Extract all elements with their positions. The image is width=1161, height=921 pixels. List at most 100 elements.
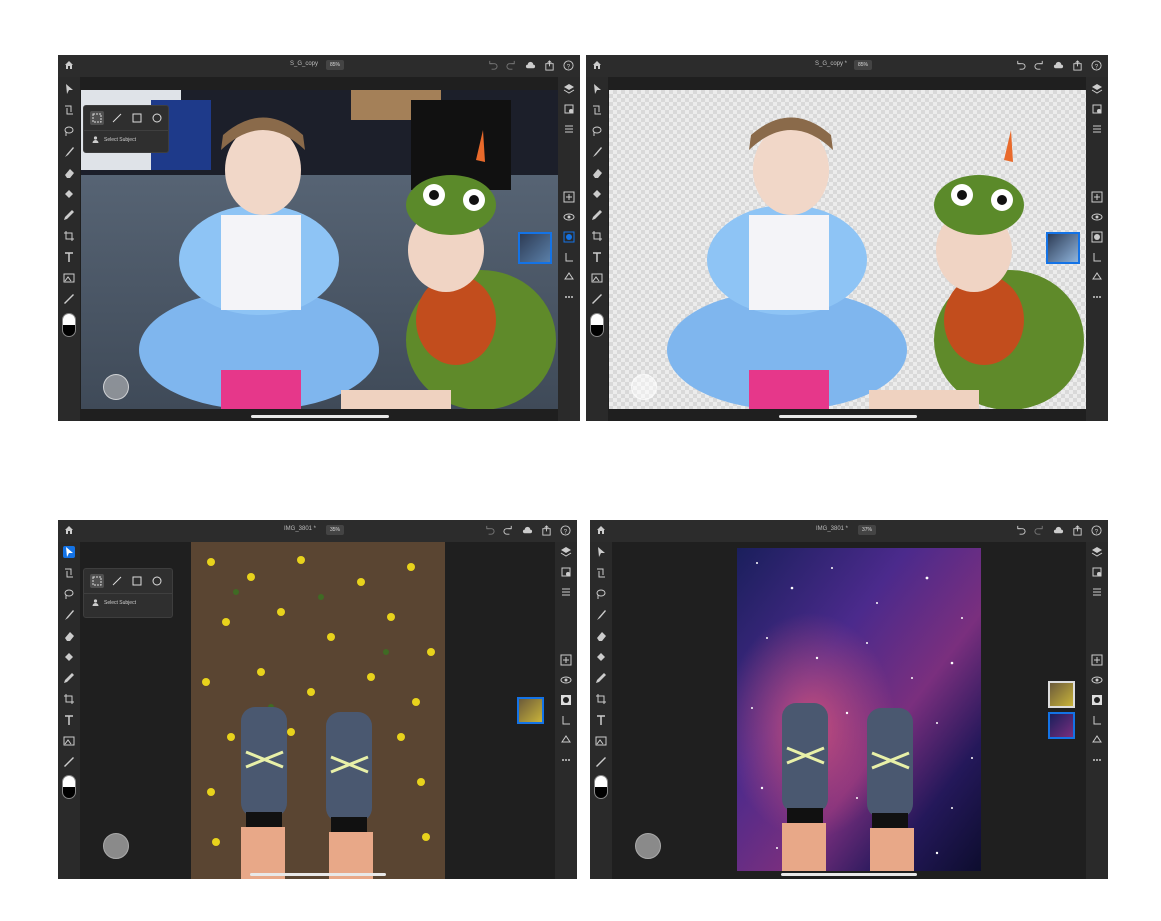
- redo-icon[interactable]: [1034, 60, 1045, 71]
- move-tool-icon[interactable]: [63, 83, 75, 95]
- adjustments-icon[interactable]: [1091, 123, 1103, 135]
- blend-icon[interactable]: [560, 734, 572, 746]
- type-tool-icon[interactable]: [591, 251, 603, 263]
- visibility-icon[interactable]: [1091, 674, 1103, 686]
- visibility-icon[interactable]: [1091, 211, 1103, 223]
- retouch-tool-icon[interactable]: [595, 672, 607, 684]
- home-icon[interactable]: [64, 525, 74, 535]
- home-icon[interactable]: [64, 60, 74, 70]
- move-tool-icon[interactable]: [63, 546, 75, 558]
- zoom-level[interactable]: 37%: [858, 525, 877, 535]
- more-icon[interactable]: [563, 291, 575, 303]
- brush-tool-icon[interactable]: [591, 146, 603, 158]
- object-select-icon[interactable]: [90, 574, 104, 588]
- type-tool-icon[interactable]: [63, 714, 75, 726]
- cloud-icon[interactable]: [1053, 525, 1064, 536]
- rect-select-icon[interactable]: [130, 574, 144, 588]
- place-image-icon[interactable]: [591, 272, 603, 284]
- retouch-tool-icon[interactable]: [63, 209, 75, 221]
- color-swatch[interactable]: [62, 775, 76, 799]
- visibility-icon[interactable]: [560, 674, 572, 686]
- crop-tool-icon[interactable]: [595, 693, 607, 705]
- share-icon[interactable]: [544, 60, 555, 71]
- home-icon[interactable]: [592, 60, 602, 70]
- zoom-level[interactable]: 35%: [326, 525, 345, 535]
- mask-icon[interactable]: [563, 231, 575, 243]
- layer-thumbnail[interactable]: [1046, 232, 1080, 264]
- layer-thumbnail-feet[interactable]: [1048, 681, 1075, 708]
- touch-shortcut[interactable]: [103, 374, 129, 400]
- undo-icon[interactable]: [487, 60, 498, 71]
- clipping-icon[interactable]: [560, 714, 572, 726]
- fill-tool-icon[interactable]: [63, 651, 75, 663]
- ellipse-select-icon[interactable]: [150, 574, 164, 588]
- retouch-tool-icon[interactable]: [63, 672, 75, 684]
- cloud-icon[interactable]: [1053, 60, 1064, 71]
- redo-icon[interactable]: [506, 60, 517, 71]
- layer-properties-icon[interactable]: [563, 103, 575, 115]
- crop-tool-icon[interactable]: [63, 693, 75, 705]
- transform-tool-icon[interactable]: [63, 104, 75, 116]
- fill-tool-icon[interactable]: [63, 188, 75, 200]
- move-tool-icon[interactable]: [595, 546, 607, 558]
- layer-thumbnail-galaxy[interactable]: [1048, 712, 1075, 739]
- type-tool-icon[interactable]: [595, 714, 607, 726]
- more-icon[interactable]: [1091, 754, 1103, 766]
- layers-icon[interactable]: [563, 83, 575, 95]
- lasso-tool-icon[interactable]: [595, 588, 607, 600]
- blend-icon[interactable]: [563, 271, 575, 283]
- help-icon[interactable]: ?: [1091, 525, 1102, 536]
- visibility-icon[interactable]: [563, 211, 575, 223]
- share-icon[interactable]: [1072, 60, 1083, 71]
- more-icon[interactable]: [560, 754, 572, 766]
- touch-shortcut[interactable]: [103, 833, 129, 859]
- layer-properties-icon[interactable]: [1091, 566, 1103, 578]
- eyedropper-icon[interactable]: [63, 293, 75, 305]
- zoom-level[interactable]: 85%: [854, 60, 873, 70]
- add-layer-icon[interactable]: [1091, 191, 1103, 203]
- layer-thumbnail[interactable]: [518, 232, 552, 264]
- brush-tool-icon[interactable]: [63, 146, 75, 158]
- redo-icon[interactable]: [1034, 525, 1045, 536]
- crop-tool-icon[interactable]: [591, 230, 603, 242]
- brush-tool-icon[interactable]: [63, 609, 75, 621]
- eyedropper-icon[interactable]: [591, 293, 603, 305]
- canvas-photo[interactable]: [191, 542, 445, 879]
- eraser-tool-icon[interactable]: [595, 630, 607, 642]
- mask-icon[interactable]: [1091, 694, 1103, 706]
- color-swatch[interactable]: [594, 775, 608, 799]
- add-layer-icon[interactable]: [563, 191, 575, 203]
- move-tool-icon[interactable]: [591, 83, 603, 95]
- fill-tool-icon[interactable]: [595, 651, 607, 663]
- touch-shortcut[interactable]: [635, 833, 661, 859]
- place-image-icon[interactable]: [63, 272, 75, 284]
- retouch-tool-icon[interactable]: [591, 209, 603, 221]
- quick-select-icon[interactable]: [110, 111, 124, 125]
- brush-tool-icon[interactable]: [595, 609, 607, 621]
- canvas-photo[interactable]: [737, 548, 981, 871]
- blend-icon[interactable]: [1091, 734, 1103, 746]
- lasso-tool-icon[interactable]: [591, 125, 603, 137]
- ellipse-select-icon[interactable]: [150, 111, 164, 125]
- cloud-icon[interactable]: [525, 60, 536, 71]
- undo-icon[interactable]: [1015, 60, 1026, 71]
- help-icon[interactable]: ?: [1091, 60, 1102, 71]
- layers-icon[interactable]: [1091, 546, 1103, 558]
- layers-icon[interactable]: [560, 546, 572, 558]
- object-select-icon[interactable]: [90, 111, 104, 125]
- select-subject-button[interactable]: Select Subject: [84, 131, 168, 148]
- redo-icon[interactable]: [503, 525, 514, 536]
- mask-icon[interactable]: [1091, 231, 1103, 243]
- help-icon[interactable]: ?: [560, 525, 571, 536]
- adjustments-icon[interactable]: [1091, 586, 1103, 598]
- place-image-icon[interactable]: [595, 735, 607, 747]
- color-swatch[interactable]: [590, 313, 604, 337]
- zoom-level[interactable]: 85%: [326, 60, 345, 70]
- adjustments-icon[interactable]: [563, 123, 575, 135]
- eraser-tool-icon[interactable]: [591, 167, 603, 179]
- add-layer-icon[interactable]: [1091, 654, 1103, 666]
- layer-properties-icon[interactable]: [1091, 103, 1103, 115]
- add-layer-icon[interactable]: [560, 654, 572, 666]
- transform-tool-icon[interactable]: [591, 104, 603, 116]
- undo-icon[interactable]: [484, 525, 495, 536]
